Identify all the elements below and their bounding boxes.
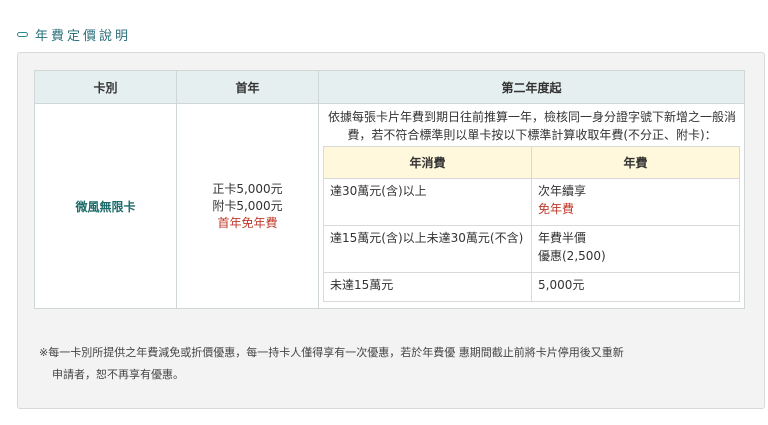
spend-fee-table: 年消費 年費 達30萬元(含)以上 次年續享 免年費 達15萬元(含)以上未達3…	[323, 146, 740, 302]
inner-header-row: 年消費 年費	[323, 146, 740, 179]
header-first-year: 首年	[176, 70, 319, 104]
primary-card-fee: 正卡5,000元	[212, 181, 283, 196]
fee-note: 免年費	[538, 202, 575, 216]
spend-cell: 達30萬元(含)以上	[323, 178, 532, 226]
annual-fee-panel: 卡別 首年 第二年度起 微風無限卡 正卡5,000元 附卡5,000元 首年免年…	[17, 52, 765, 409]
table-row: 達15萬元(含)以上未達30萬元(不含) 年費半價 優惠(2,500)	[323, 225, 740, 273]
spend-cell: 未達15萬元	[323, 272, 532, 302]
card-name: 微風無限卡	[34, 103, 177, 309]
first-year-waiver: 首年免年費	[217, 215, 278, 230]
table-row: 未達15萬元 5,000元	[323, 272, 740, 302]
fee-note: 優惠(2,500)	[538, 249, 606, 263]
fee-cell: 5,000元	[531, 272, 740, 302]
header-second-year: 第二年度起	[318, 70, 745, 104]
section-header: 年費定價說明	[17, 24, 131, 44]
annual-fee-table: 卡別 首年 第二年度起 微風無限卡 正卡5,000元 附卡5,000元 首年免年…	[34, 70, 745, 309]
footnote: ※每一卡別所提供之年費減免或折價優惠，每一持卡人僅得享有一次優惠，若於年費優 惠…	[39, 342, 739, 386]
table-row: 微風無限卡 正卡5,000元 附卡5,000元 首年免年費 依據每張卡片年費到期…	[34, 103, 745, 309]
spend-cell: 達15萬元(含)以上未達30萬元(不含)	[323, 225, 532, 273]
table-header-row: 卡別 首年 第二年度起	[34, 70, 745, 104]
fee-value: 5,000元	[538, 278, 585, 292]
fee-cell: 年費半價 優惠(2,500)	[531, 225, 740, 273]
header-fee: 年費	[531, 146, 740, 179]
header-card-type: 卡別	[34, 70, 177, 104]
section-title: 年費定價說明	[35, 28, 132, 44]
dash-icon	[17, 31, 28, 37]
fee-value: 次年續享	[538, 184, 587, 198]
footnote-line-2: 申請者，恕不再享有優惠。	[52, 368, 184, 381]
rule-description: 依據每張卡片年費到期日往前推算一年，檢核同一身分證字號下新增之一般消費，若不符合…	[327, 110, 736, 142]
second-year-rules: 依據每張卡片年費到期日往前推算一年，檢核同一身分證字號下新增之一般消費，若不符合…	[318, 103, 745, 309]
footnote-line-1: ※每一卡別所提供之年費減免或折價優惠，每一持卡人僅得享有一次優惠，若於年費優 惠…	[39, 346, 624, 359]
table-row: 達30萬元(含)以上 次年續享 免年費	[323, 178, 740, 226]
fee-cell: 次年續享 免年費	[531, 178, 740, 226]
first-year-fee: 正卡5,000元 附卡5,000元 首年免年費	[176, 103, 319, 309]
header-spend: 年消費	[323, 146, 532, 179]
supplementary-card-fee: 附卡5,000元	[212, 198, 283, 213]
fee-value: 年費半價	[538, 231, 587, 245]
